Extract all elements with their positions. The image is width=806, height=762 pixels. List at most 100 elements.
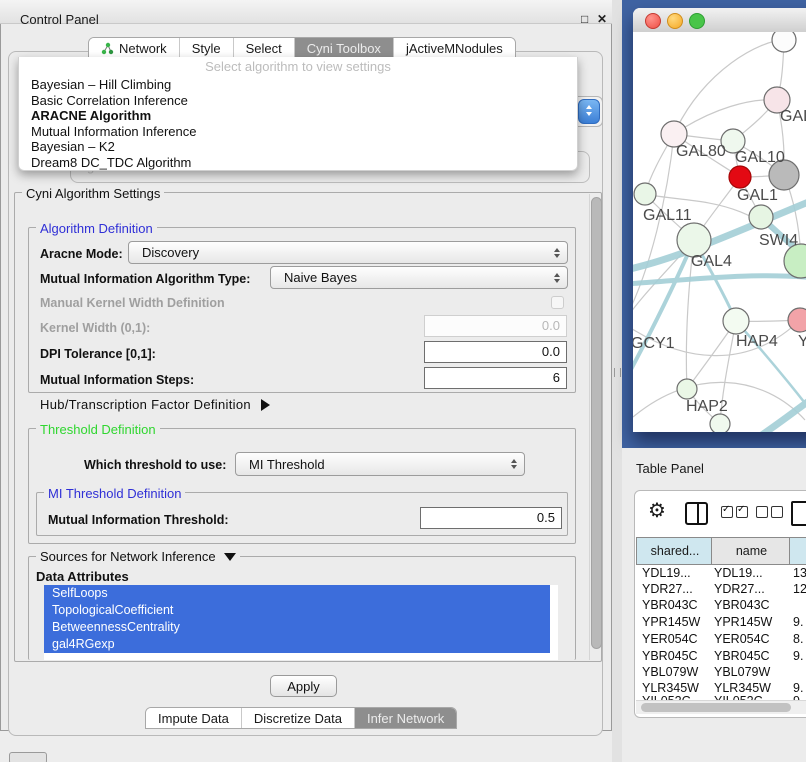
export-table-icon[interactable] bbox=[791, 501, 806, 526]
mi-threshold-input[interactable]: 0.5 bbox=[420, 507, 562, 529]
table-horizontal-scrollbar[interactable] bbox=[636, 700, 806, 714]
deselect-all-icon[interactable] bbox=[756, 506, 783, 518]
close-panel-icon[interactable]: ✕ bbox=[597, 12, 607, 26]
table-cell[interactable]: YDL19... bbox=[642, 565, 691, 582]
tab-select[interactable]: Select bbox=[233, 38, 294, 58]
node-label-gal4: GAL4 bbox=[691, 253, 732, 271]
control-panel-title: Control Panel bbox=[20, 12, 99, 27]
node-label-gal11: GAL11 bbox=[643, 207, 692, 225]
kernel-width-label: Kernel Width (0,1): bbox=[40, 321, 150, 335]
network-canvas[interactable]: GAL GAL80 GAL10 GAL1 GAL11 SWI4 GAL4 GCY… bbox=[633, 32, 806, 432]
table-cell[interactable]: YDL19... bbox=[714, 565, 763, 582]
node-gal4[interactable] bbox=[677, 223, 711, 257]
table-cell[interactable]: YER054C bbox=[714, 631, 770, 648]
attribute-item-selected[interactable]: SelfLoops bbox=[44, 585, 550, 602]
network-window-titlebar bbox=[633, 8, 806, 33]
kernel-width-input[interactable]: 0.0 bbox=[424, 315, 567, 337]
tab-jactivemnodules[interactable]: jActiveMNodules bbox=[393, 38, 515, 58]
table-cell[interactable]: YBL079W bbox=[642, 664, 698, 681]
column-header-name[interactable]: name bbox=[711, 537, 792, 565]
attribute-item-selected[interactable]: TopologicalCoefficient bbox=[44, 602, 550, 619]
node-label-gcy1: GCY1 bbox=[633, 335, 675, 353]
table-cell[interactable]: YBR043C bbox=[714, 597, 770, 614]
table-cell[interactable]: YPR145W bbox=[714, 614, 772, 631]
table-cell[interactable]: YDR27... bbox=[714, 581, 765, 598]
mi-steps-input[interactable]: 6 bbox=[424, 367, 567, 389]
tab-style-label: Style bbox=[192, 41, 221, 56]
node-label-gal10: GAL10 bbox=[735, 149, 785, 167]
tab-jactivemnodules-label: jActiveMNodules bbox=[406, 41, 503, 56]
float-panel-icon[interactable]: □ bbox=[581, 12, 588, 26]
column-view-icon[interactable] bbox=[685, 502, 708, 525]
node-gal1-selected[interactable] bbox=[729, 166, 751, 188]
table-cell[interactable]: YDR27... bbox=[642, 581, 693, 598]
table-cell[interactable]: 9. bbox=[793, 614, 803, 631]
settings-scrollbar-thumb[interactable] bbox=[591, 197, 602, 649]
dropdown-item[interactable]: Bayesian – K2 bbox=[19, 139, 577, 155]
node-label-swi4: SWI4 bbox=[759, 232, 798, 250]
dropdown-item[interactable]: Mutual Information Inference bbox=[19, 124, 577, 140]
control-panel-tabstrip: Network Style Select Cyni Toolbox jActiv… bbox=[88, 37, 516, 59]
minimize-window-icon[interactable] bbox=[667, 13, 683, 29]
tab-cyni-toolbox[interactable]: Cyni Toolbox bbox=[294, 38, 393, 58]
table-cell[interactable]: YER054C bbox=[642, 631, 698, 648]
tab-style[interactable]: Style bbox=[179, 38, 233, 58]
settings-scrollbar[interactable] bbox=[589, 194, 601, 660]
table-cell[interactable]: YPR145W bbox=[642, 614, 700, 631]
table-cell[interactable]: 12 bbox=[793, 581, 806, 598]
unchecked-box-icon bbox=[756, 506, 768, 518]
node-swi4[interactable] bbox=[749, 205, 773, 229]
column-header-partial[interactable] bbox=[789, 537, 806, 565]
dropdown-item[interactable]: Dream8 DC_TDC Algorithm bbox=[19, 155, 577, 171]
table-cell[interactable]: YBL079W bbox=[714, 664, 770, 681]
dropdown-item[interactable]: Bayesian – Hill Climbing bbox=[19, 77, 577, 93]
apply-button[interactable]: Apply bbox=[270, 675, 337, 697]
aracne-mode-label: Aracne Mode: bbox=[40, 247, 123, 261]
table-cell[interactable]: 8. bbox=[793, 631, 803, 648]
aracne-mode-combo[interactable]: Discovery bbox=[128, 241, 568, 264]
table-cell[interactable]: 13 bbox=[793, 565, 806, 582]
mi-type-combo[interactable]: Naive Bayes bbox=[270, 266, 568, 289]
mi-type-label: Mutual Information Algorithm Type: bbox=[40, 272, 250, 286]
manual-kernel-checkbox[interactable] bbox=[551, 296, 564, 309]
expander-expanded-icon bbox=[224, 553, 236, 561]
table-cell[interactable]: YBR043C bbox=[642, 597, 698, 614]
tab-discretize-data-label: Discretize Data bbox=[254, 711, 342, 726]
collapsed-toolbar-button[interactable] bbox=[9, 752, 47, 762]
node-gal11[interactable] bbox=[634, 183, 656, 205]
node-y-partial[interactable] bbox=[788, 308, 806, 332]
table-cell[interactable]: YBR045C bbox=[642, 648, 698, 665]
table-scrollbar-thumb[interactable] bbox=[641, 703, 791, 712]
tab-infer-network[interactable]: Infer Network bbox=[354, 708, 456, 728]
tab-impute-data[interactable]: Impute Data bbox=[146, 708, 241, 728]
select-all-icon[interactable] bbox=[721, 506, 748, 518]
table-cell[interactable]: YBR045C bbox=[714, 648, 770, 665]
zoom-window-icon[interactable] bbox=[689, 13, 705, 29]
sources-expander[interactable]: Sources for Network Inference bbox=[36, 549, 240, 564]
dropdown-item[interactable]: Basic Correlation Inference bbox=[19, 93, 577, 109]
hub-definition-expander[interactable]: Hub/Transcription Factor Definition bbox=[40, 397, 270, 412]
node-label-gal1: GAL1 bbox=[737, 187, 778, 205]
tab-discretize-data[interactable]: Discretize Data bbox=[241, 708, 354, 728]
combo-arrows-icon bbox=[511, 459, 517, 469]
algorithm-dropdown-placeholder[interactable]: Select algorithm to view settings bbox=[19, 57, 577, 77]
node-hap4[interactable] bbox=[723, 308, 749, 334]
node-hap2[interactable] bbox=[677, 379, 697, 399]
attribute-item-selected[interactable]: BetweennessCentrality bbox=[44, 619, 550, 636]
column-header-shared[interactable]: shared... bbox=[636, 537, 714, 565]
gear-icon[interactable]: ⚙ bbox=[648, 501, 666, 521]
close-window-icon[interactable] bbox=[645, 13, 661, 29]
attribute-item-selected[interactable]: gal4RGexp bbox=[44, 636, 550, 653]
node-bottom[interactable] bbox=[710, 414, 730, 432]
table-widget: ⚙ shared... name YDL19... YDL19... 13 YD… bbox=[634, 490, 806, 718]
dpi-tolerance-input[interactable]: 0.0 bbox=[424, 341, 567, 363]
panel-splitter[interactable] bbox=[612, 0, 622, 762]
tab-network[interactable]: Network bbox=[89, 38, 179, 58]
node-label-gal-partial: GAL bbox=[780, 108, 806, 126]
column-header-name-label: name bbox=[736, 544, 767, 558]
dropdown-item-selected[interactable]: ARACNE Algorithm bbox=[19, 108, 577, 124]
node-unlabeled[interactable] bbox=[772, 32, 796, 52]
combo-spinner-focused[interactable] bbox=[578, 99, 600, 124]
table-cell[interactable]: 9. bbox=[793, 648, 803, 665]
which-threshold-combo[interactable]: MI Threshold bbox=[235, 452, 525, 476]
